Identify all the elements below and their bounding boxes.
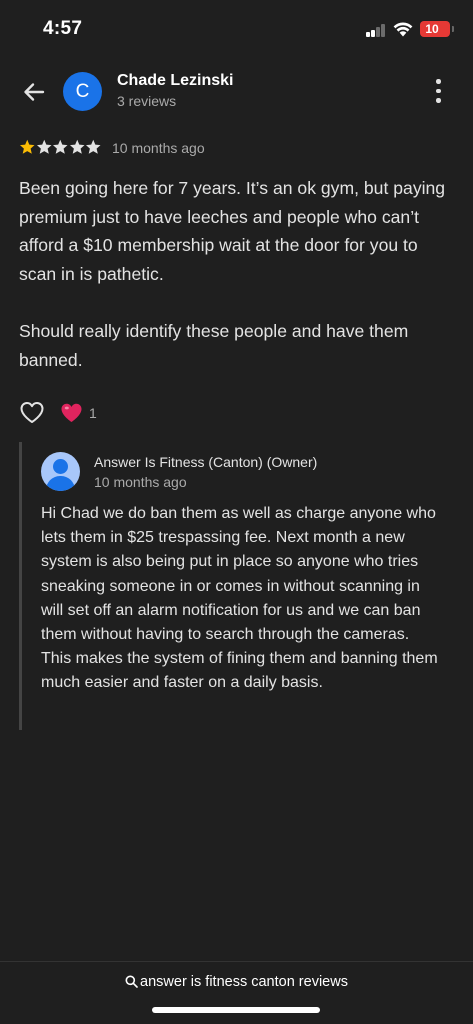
more-vertical-icon[interactable]: [428, 78, 448, 104]
battery-indicator: 10: [420, 21, 450, 37]
review-detail-screen: 4:57 10 C Chade Lezinski 3 reviews 10 mo…: [0, 0, 473, 1024]
person-icon: [41, 452, 80, 491]
home-indicator[interactable]: [152, 1007, 320, 1013]
search-query: answer is fitness canton reviews: [140, 974, 348, 990]
reviewer-avatar[interactable]: C: [63, 72, 102, 111]
status-bar: 4:57 10: [0, 0, 473, 60]
heart-outline-icon[interactable]: [19, 400, 45, 426]
star-filled-icon: [20, 139, 35, 154]
reply-divider: [19, 442, 22, 730]
battery-level: 10: [425, 22, 439, 36]
owner-reply-date: 10 months ago: [94, 474, 187, 490]
battery-cap: [452, 26, 454, 32]
bottom-divider: [0, 961, 473, 962]
search-icon: [125, 975, 138, 988]
star-empty-icon: [36, 139, 51, 154]
wifi-icon: [393, 22, 413, 37]
search-bar[interactable]: answer is fitness canton reviews: [0, 974, 473, 996]
owner-name: Answer Is Fitness (Canton) (Owner): [94, 454, 318, 470]
red-heart-icon[interactable]: [61, 403, 82, 423]
review-text: Been going here for 7 years. It’s an ok …: [19, 178, 446, 370]
star-empty-icon: [86, 139, 101, 154]
review-count: 3 reviews: [117, 93, 177, 109]
reaction-count: 1: [89, 405, 97, 421]
review-date: 10 months ago: [112, 140, 205, 156]
reviewer-name[interactable]: Chade Lezinski: [117, 72, 233, 90]
status-time: 4:57: [43, 18, 83, 39]
arrow-back-icon[interactable]: [18, 76, 50, 108]
owner-reply-text: Hi Chad we do ban them as well as charge…: [41, 505, 438, 692]
star-rating: [19, 139, 102, 157]
star-empty-icon: [69, 139, 84, 154]
cellular-signal-icon: [366, 24, 386, 37]
star-empty-icon: [53, 139, 68, 154]
